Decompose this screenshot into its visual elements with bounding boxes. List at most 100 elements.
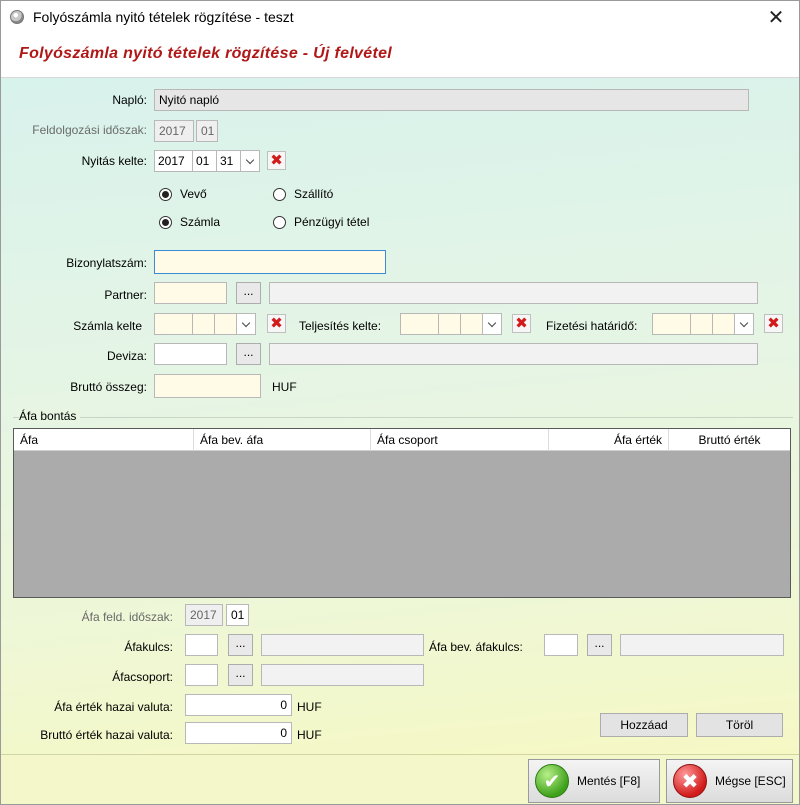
nyitas-month[interactable]: 01: [192, 150, 216, 172]
afakulcs-name-field: [261, 634, 424, 656]
radio-on-icon: [159, 187, 172, 201]
column-header[interactable]: Áfa érték: [549, 429, 669, 451]
deviza-input[interactable]: [154, 343, 227, 365]
afa-group-label: Áfa bontás: [19, 409, 81, 423]
radio-penzugyi[interactable]: Pénzügyi tétel: [273, 215, 369, 229]
szamla-kelte-date-picker[interactable]: [154, 313, 256, 335]
brutto-unit: HUF: [272, 380, 297, 394]
fizetesi-label: Fizetési határidő:: [546, 319, 638, 333]
dialog-window: Folyószámla nyitó tételek rögzítése - te…: [0, 0, 800, 805]
date-year[interactable]: [400, 313, 438, 335]
radio-szallito[interactable]: Szállító: [273, 187, 333, 201]
fizetesi-date-picker[interactable]: [652, 313, 754, 335]
column-header[interactable]: Áfa bev. áfa: [194, 429, 371, 451]
radio-off-icon: [273, 215, 286, 229]
clear-icon[interactable]: ✖: [764, 314, 783, 333]
page-title: Folyószámla nyitó tételek rögzítése - Új…: [19, 45, 393, 62]
teljesites-date-picker[interactable]: [400, 313, 502, 335]
feldolgozasi-month: 01: [196, 120, 218, 142]
afacsoport-browse-button[interactable]: ...: [228, 664, 253, 686]
afakulcs-input[interactable]: [185, 634, 218, 656]
date-month[interactable]: [192, 313, 214, 335]
afa-bev-browse-button[interactable]: ...: [587, 634, 612, 656]
title-bar: Folyószámla nyitó tételek rögzítése - te…: [1, 1, 799, 33]
radio-szamla-label: Számla: [180, 215, 221, 229]
delete-button[interactable]: Töröl: [696, 713, 783, 737]
cancel-label: Mégse [ESC]: [715, 774, 786, 788]
naplo-label: Napló:: [112, 93, 147, 107]
radio-penzugyi-label: Pénzügyi tétel: [294, 215, 370, 229]
brutto-ertek-input[interactable]: 0: [185, 722, 292, 744]
form-content: Napló: Nyitó napló Feldolgozási időszak:…: [1, 78, 799, 754]
chevron-down-icon[interactable]: [734, 313, 754, 335]
form-header: Folyószámla nyitó tételek rögzítése - Új…: [1, 33, 799, 78]
naplo-field: Nyitó napló: [154, 89, 749, 111]
nyitas-label: Nyitás kelte:: [81, 154, 147, 168]
date-year[interactable]: [154, 313, 192, 335]
afa-grid-header: Áfa Áfa bev. áfa Áfa csoport Áfa érték B…: [14, 429, 790, 451]
teljesites-label: Teljesítés kelte:: [299, 319, 382, 333]
radio-vevo[interactable]: Vevő: [159, 187, 207, 201]
radio-szallito-label: Szállító: [294, 187, 334, 201]
add-button[interactable]: Hozzáad: [600, 713, 688, 737]
partner-browse-button[interactable]: ...: [236, 282, 261, 304]
column-header[interactable]: Áfa: [14, 429, 194, 451]
chevron-down-icon[interactable]: [482, 313, 502, 335]
partner-code-input[interactable]: [154, 282, 227, 304]
feldolgozasi-label: Feldolgozási időszak:: [32, 123, 147, 137]
partner-name-field: [269, 282, 758, 304]
checkmark-icon: ✔: [535, 764, 569, 798]
afacsoport-label: Áfacsoport:: [112, 670, 173, 684]
afa-bev-input[interactable]: [544, 634, 578, 656]
clear-icon[interactable]: ✖: [267, 151, 286, 170]
date-month[interactable]: [438, 313, 460, 335]
afa-feld-label: Áfa feld. időszak:: [81, 610, 173, 624]
radio-on-icon: [159, 215, 172, 229]
app-icon: [10, 10, 24, 24]
bizonylat-input[interactable]: [154, 250, 386, 274]
date-day[interactable]: [712, 313, 734, 335]
column-header[interactable]: Bruttó érték: [669, 429, 790, 451]
radio-vevo-label: Vevő: [180, 187, 207, 201]
cancel-icon: ✖: [673, 764, 707, 798]
date-year[interactable]: [652, 313, 690, 335]
clear-icon[interactable]: ✖: [267, 314, 286, 333]
footer-bar: ✔ Mentés [F8] ✖ Mégse [ESC]: [1, 754, 799, 804]
date-day[interactable]: [214, 313, 236, 335]
date-month[interactable]: [690, 313, 712, 335]
brutto-input[interactable]: [154, 374, 261, 398]
deviza-label: Deviza:: [106, 349, 147, 363]
partner-label: Partner:: [104, 288, 147, 302]
afacsoport-name-field: [261, 664, 424, 686]
afacsoport-input[interactable]: [185, 664, 218, 686]
nyitas-year[interactable]: 2017: [154, 150, 192, 172]
column-header[interactable]: Áfa csoport: [371, 429, 549, 451]
afa-feld-year: 2017: [185, 604, 223, 626]
radio-szamla[interactable]: Számla: [159, 215, 220, 229]
chevron-down-icon[interactable]: [240, 150, 260, 172]
afakulcs-browse-button[interactable]: ...: [228, 634, 253, 656]
clear-icon[interactable]: ✖: [512, 314, 531, 333]
close-icon[interactable]: ✕: [753, 1, 799, 33]
afa-ertek-input[interactable]: 0: [185, 694, 292, 716]
brutto-ertek-unit: HUF: [297, 728, 322, 742]
chevron-down-icon[interactable]: [236, 313, 256, 335]
nyitas-date-picker[interactable]: 2017 01 31: [154, 150, 260, 172]
radio-off-icon: [273, 187, 286, 201]
afa-bev-label: Áfa bev. áfakulcs:: [429, 640, 523, 654]
save-button[interactable]: ✔ Mentés [F8]: [528, 759, 660, 803]
group-divider: [13, 417, 793, 418]
date-day[interactable]: [460, 313, 482, 335]
afa-ertek-label: Áfa érték hazai valuta:: [54, 700, 173, 714]
afa-grid[interactable]: Áfa Áfa bev. áfa Áfa csoport Áfa érték B…: [13, 428, 791, 598]
afa-feld-month[interactable]: 01: [226, 604, 249, 626]
cancel-button[interactable]: ✖ Mégse [ESC]: [666, 759, 793, 803]
afa-bev-name-field: [620, 634, 784, 656]
bizonylat-label: Bizonylatszám:: [66, 256, 147, 270]
save-label: Mentés [F8]: [577, 774, 641, 788]
window-title: Folyószámla nyitó tételek rögzítése - te…: [33, 9, 294, 25]
nyitas-day[interactable]: 31: [216, 150, 240, 172]
feldolgozasi-year: 2017: [154, 120, 194, 142]
deviza-name-field: [269, 343, 758, 365]
deviza-browse-button[interactable]: ...: [236, 343, 261, 365]
